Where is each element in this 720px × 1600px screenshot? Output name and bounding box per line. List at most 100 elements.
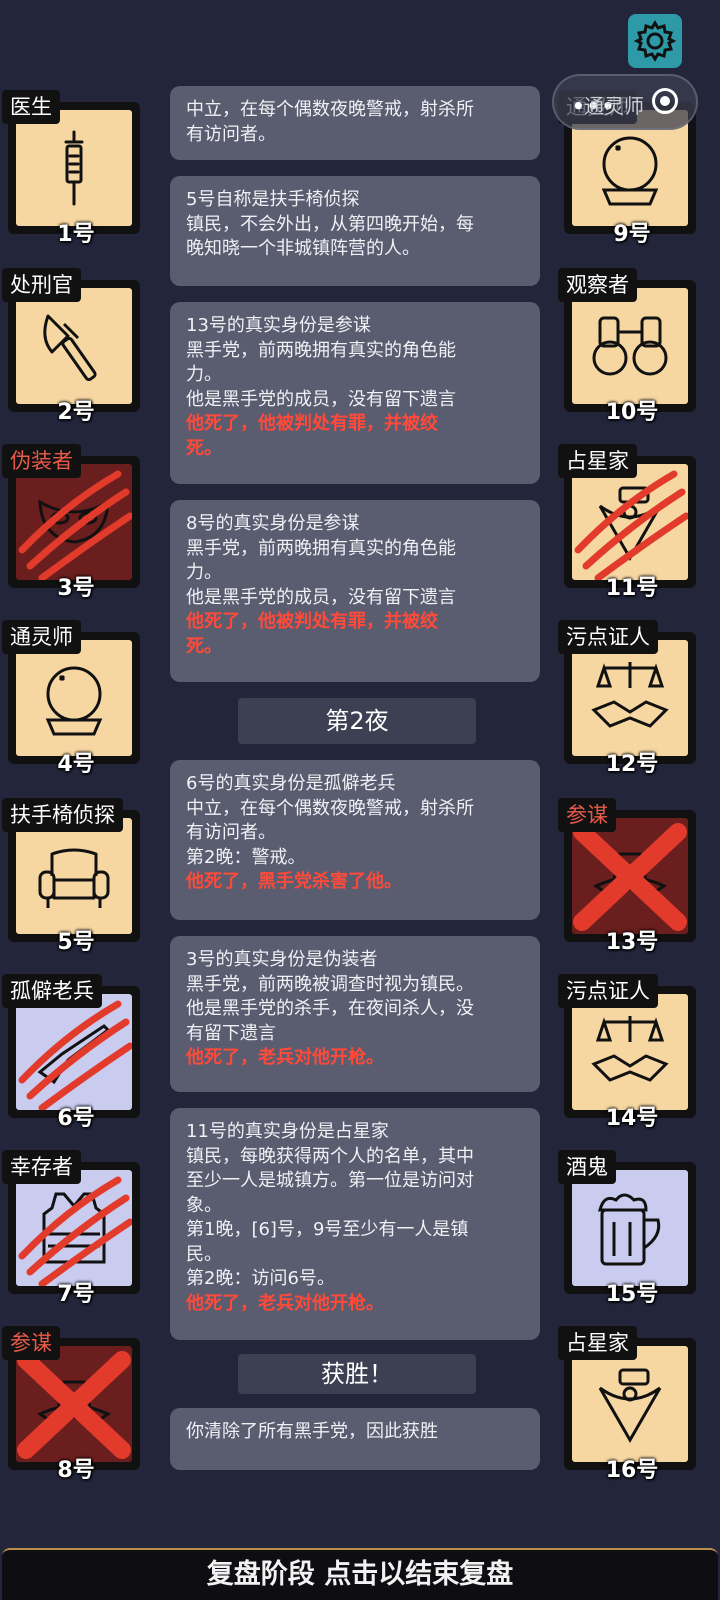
menu-capsule[interactable]: ••• 通灵师 <box>552 74 698 130</box>
armchair-icon <box>38 848 110 908</box>
player-number: 9号 <box>613 222 651 247</box>
player-card[interactable]: 酒鬼 15号 <box>558 1150 698 1307</box>
eliminated-x-icon <box>573 823 687 931</box>
card-portrait <box>572 288 688 404</box>
card-portrait <box>16 110 132 226</box>
beer-mug-icon <box>598 1193 661 1266</box>
log-message: 中立，在每个偶数夜晚警戒，射杀所 有访问者。 <box>170 86 540 160</box>
player-card[interactable]: 扶手椅侦探 5号 <box>2 798 142 955</box>
role-label: 医生 <box>2 90 60 124</box>
card-portrait <box>16 994 132 1110</box>
player-card[interactable]: 参谋 13号 <box>558 798 698 955</box>
log-message: 3号的真实身份是伪装者 黑手党，前两晚被调查时视为镇民。 他是黑手党的杀手，在夜间杀… <box>170 936 540 1092</box>
victory-header: 获胜！ <box>238 1354 476 1394</box>
binoculars-icon <box>592 316 668 376</box>
end-review-button[interactable]: 复盘阶段 点击以结束复盘 <box>2 1548 718 1600</box>
role-label: 伪装者 <box>2 444 81 478</box>
card-portrait <box>572 994 688 1110</box>
role-label: 通灵师 <box>2 620 81 654</box>
player-card[interactable]: 处刑官 2号 <box>2 268 142 425</box>
card-portrait <box>572 1170 688 1286</box>
log-message: 你清除了所有黑手党，因此获胜 <box>170 1408 540 1470</box>
player-card[interactable]: 占星家 16号 <box>558 1326 698 1483</box>
log-message: 11号的真实身份是占星家 镇民，每晚获得两个人的名单，其中 至少一人是城镇方。第一位… <box>170 1108 540 1340</box>
player-number: 7号 <box>57 1282 95 1307</box>
night-header: 第2夜 <box>238 698 476 744</box>
claw-mark-icon <box>18 1000 132 1110</box>
player-number: 5号 <box>57 930 95 955</box>
death-text: 死。 <box>186 437 222 459</box>
player-number: 12号 <box>605 752 659 777</box>
player-number: 2号 <box>57 400 95 425</box>
capsule-role-label: 通灵师 <box>584 94 644 118</box>
player-number: 10号 <box>605 400 659 425</box>
card-portrait <box>16 640 132 756</box>
role-label: 孤僻老兵 <box>2 974 102 1008</box>
role-label: 占星家 <box>558 444 637 478</box>
scales-handshake-icon <box>591 662 669 728</box>
player-number: 15号 <box>605 1282 659 1307</box>
player-number: 4号 <box>57 752 95 777</box>
player-number: 14号 <box>605 1106 659 1131</box>
player-card[interactable]: 污点证人 12号 <box>558 620 698 777</box>
card-portrait <box>572 640 688 756</box>
player-number: 8号 <box>57 1458 95 1483</box>
death-text: 他死了，黑手党杀害了他。 <box>186 871 402 892</box>
role-label: 酒鬼 <box>558 1150 616 1184</box>
player-number: 13号 <box>605 930 659 955</box>
player-card[interactable]: 孤僻老兵 6号 <box>2 974 142 1131</box>
card-portrait <box>572 818 688 934</box>
player-card[interactable]: 占星家 11号 <box>558 444 698 601</box>
card-portrait <box>16 1170 132 1286</box>
card-portrait <box>16 818 132 934</box>
close-target-icon[interactable] <box>652 88 678 114</box>
player-number: 11号 <box>605 576 659 601</box>
syringe-icon <box>64 130 84 206</box>
log-message: 5号自称是扶手椅侦探 镇民，不会外出，从第四晚开始，每 晚知晓一个非城镇阵营的人。 <box>170 176 540 286</box>
crystal-ball-icon <box>45 666 103 736</box>
log-message: 6号的真实身份是孤僻老兵 中立，在每个偶数夜晚警戒，射杀所 有访问者。 第2晚：警戒。… <box>170 760 540 920</box>
claw-mark-icon <box>18 1176 132 1286</box>
claw-mark-icon <box>574 470 688 580</box>
settings-button[interactable] <box>628 14 682 68</box>
log-message: 8号的真实身份是参谋 黑手党，前两晚拥有真实的角色能 力。 他是黑手党的成员，没有留下… <box>170 500 540 682</box>
card-portrait <box>16 464 132 580</box>
axe-icon <box>43 314 97 382</box>
player-card[interactable]: 参谋 8号 <box>2 1326 142 1483</box>
death-text: 他死了，老兵对他开枪。 <box>186 1292 384 1314</box>
role-label: 参谋 <box>558 798 616 832</box>
role-label: 观察者 <box>558 268 637 302</box>
player-card[interactable]: 通灵师 4号 <box>2 620 142 777</box>
eliminated-x-icon <box>17 1351 131 1459</box>
player-card[interactable]: 医生 1号 <box>2 90 142 247</box>
gear-icon <box>633 20 677 62</box>
card-portrait <box>16 288 132 404</box>
player-card[interactable]: 伪装者 3号 <box>2 444 142 601</box>
crystal-ball-icon <box>601 136 659 206</box>
card-portrait <box>572 464 688 580</box>
player-number: 1号 <box>57 222 95 247</box>
player-number: 16号 <box>605 1458 659 1483</box>
claw-mark-icon <box>18 470 132 580</box>
card-portrait <box>16 1346 132 1462</box>
role-label: 扶手椅侦探 <box>2 798 123 832</box>
scales-handshake-icon <box>591 1016 669 1082</box>
death-text: 他死了，他被判处有罪，并被绞 <box>186 413 438 434</box>
player-number: 3号 <box>57 576 95 601</box>
game-log[interactable]: 中立，在每个偶数夜晚警戒，射杀所 有访问者。 5号自称是扶手椅侦探 镇民，不会外出，… <box>158 86 556 1490</box>
role-label: 占星家 <box>558 1326 637 1360</box>
player-card[interactable]: 观察者 10号 <box>558 268 698 425</box>
log-message: 13号的真实身份是参谋 黑手党，前两晚拥有真实的角色能 力。 他是黑手党的成员，没有留… <box>170 302 540 484</box>
card-portrait <box>572 1346 688 1462</box>
sextant-icon <box>598 1368 662 1444</box>
death-text: 他死了，他被判处有罪，并被绞 <box>186 611 438 632</box>
role-label: 处刑官 <box>2 268 81 302</box>
role-label: 污点证人 <box>558 974 658 1008</box>
role-label: 幸存者 <box>2 1150 81 1184</box>
role-label: 污点证人 <box>558 620 658 654</box>
role-label: 参谋 <box>2 1326 60 1360</box>
player-card[interactable]: 幸存者 7号 <box>2 1150 142 1307</box>
player-card[interactable]: 污点证人 14号 <box>558 974 698 1131</box>
death-text: 死。 <box>186 635 222 657</box>
death-text: 他死了，老兵对他开枪。 <box>186 1047 384 1068</box>
